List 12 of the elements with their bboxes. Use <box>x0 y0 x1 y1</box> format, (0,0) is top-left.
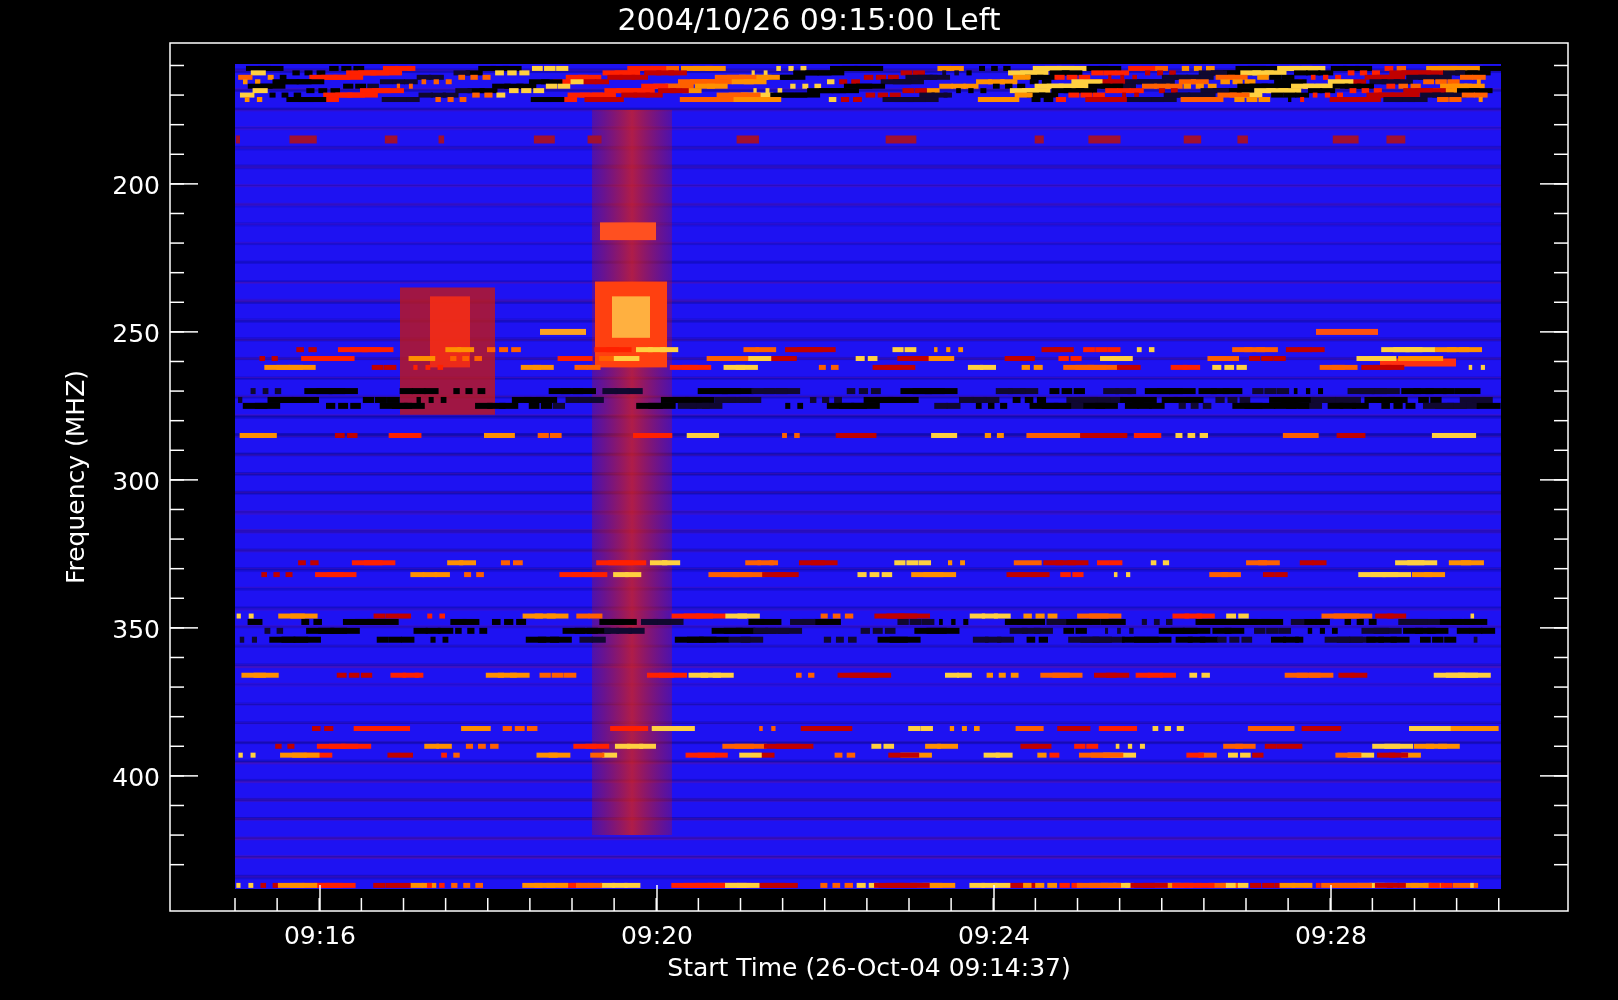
x-tick-label: 09:20 <box>621 921 693 950</box>
x-axis-label: Start Time (26-Oct-04 09:14:37) <box>667 953 1071 982</box>
plot-title: 2004/10/26 09:15:00 Left <box>617 2 1001 37</box>
y-axis-label: Frequency (MHZ) <box>61 369 90 585</box>
y-tick-label: 300 <box>112 466 160 496</box>
y-tick-label: 400 <box>112 762 160 792</box>
x-tick-label: 09:16 <box>284 921 356 950</box>
x-tick-label: 09:24 <box>958 921 1030 950</box>
y-tick-label: 350 <box>112 614 160 644</box>
x-tick-label: 09:28 <box>1295 921 1367 950</box>
y-tick-label: 250 <box>112 318 160 348</box>
y-tick-label: 200 <box>112 170 160 200</box>
